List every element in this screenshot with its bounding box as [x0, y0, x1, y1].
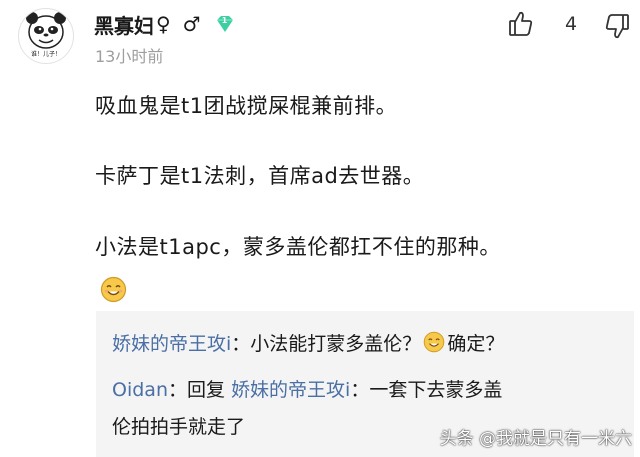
reply-text: 小法能打蒙多盖伦？ — [250, 333, 422, 355]
comment-line: 卡萨丁是t1法刺，首席ad去世器。 — [95, 164, 425, 188]
smile-emoji-icon — [100, 276, 127, 303]
reply-text: 确定？ — [447, 333, 505, 355]
thumbs-down-icon — [605, 14, 629, 39]
avatar[interactable]: 谁！儿子！ — [18, 8, 74, 64]
username[interactable]: 黑寡妇 — [94, 10, 154, 39]
reply-separator: ： — [167, 379, 187, 401]
reply-to-link[interactable]: 娇妹的帝王攻i — [231, 379, 350, 401]
timestamp: 13小时前 — [95, 47, 164, 66]
reply-author-link[interactable]: Oidan — [112, 379, 168, 401]
watermark: 头条 @我就是只有一米六 — [439, 429, 632, 449]
reply-text-continued: 伦拍拍手就走了 — [112, 416, 246, 438]
comment-line: 吸血鬼是t1团战搅屎棍兼前排。 — [95, 94, 398, 118]
like-button[interactable] — [508, 10, 534, 38]
reply-item[interactable]: 娇妹的帝王攻i：小法能打蒙多盖伦？ 确定？ — [112, 329, 504, 356]
level-badge-number: 1 — [221, 16, 228, 25]
dislike-button[interactable] — [604, 12, 630, 40]
comment-header: 黑寡妇 ♀ ♂ 1 — [94, 10, 235, 38]
reply-separator: ： — [231, 333, 251, 355]
avatar-caption: 谁！儿子！ — [30, 51, 61, 58]
reply-item[interactable]: Oidan：回复 娇妹的帝王攻i：一套下去蒙多盖 — [112, 375, 502, 402]
female-symbol-icon: ♀ — [156, 12, 171, 36]
reply-text: ：一套下去蒙多盖 — [350, 379, 503, 401]
level-badge-icon: 1 — [215, 14, 235, 34]
reply-word: 回复 — [187, 379, 232, 401]
smile-emoji-icon — [423, 331, 445, 353]
male-symbol-icon: ♂ — [182, 12, 201, 36]
like-count: 4 — [564, 13, 578, 35]
thumbs-up-icon — [509, 11, 533, 36]
reply-author-link[interactable]: 娇妹的帝王攻i — [112, 333, 231, 355]
comment-line: 小法是t1apc，蒙多盖伦都扛不住的那种。 — [95, 235, 501, 259]
